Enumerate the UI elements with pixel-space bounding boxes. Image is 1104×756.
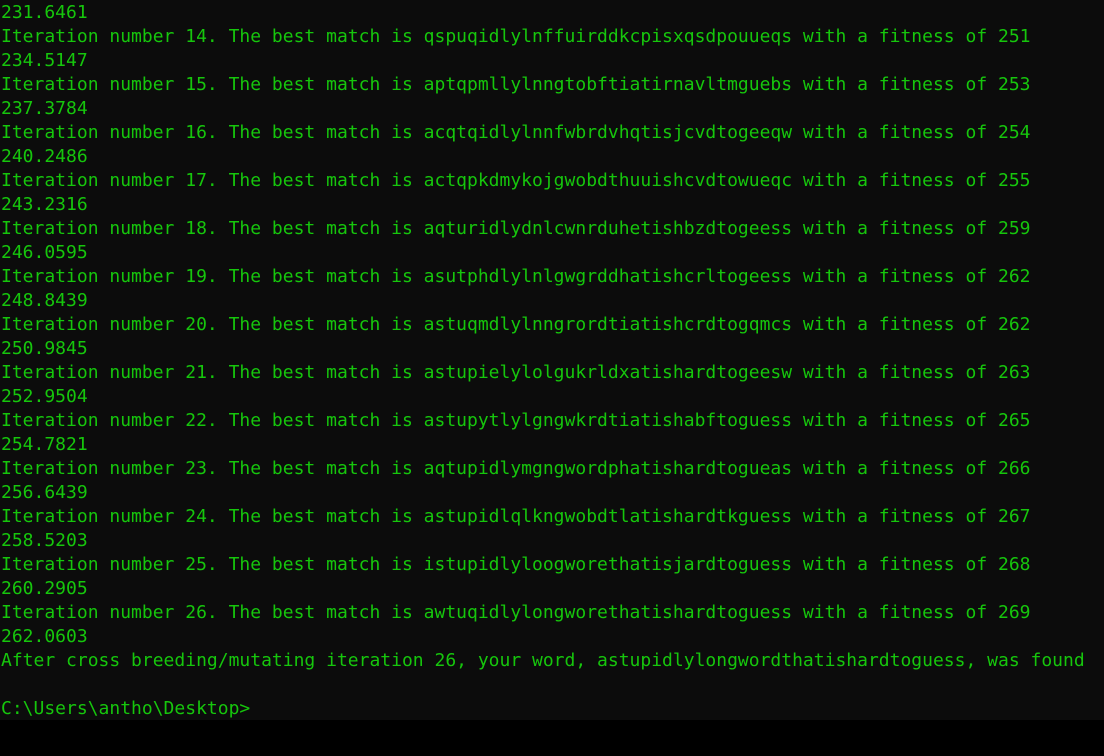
output-line: Iteration number 15. The best match is a… — [1, 74, 1031, 95]
output-line: Iteration number 24. The best match is a… — [1, 506, 1031, 527]
command-prompt-line[interactable]: C:\Users\antho\Desktop> — [1, 697, 260, 720]
output-line: Iteration number 16. The best match is a… — [1, 122, 1031, 143]
output-line: Iteration number 18. The best match is a… — [1, 218, 1031, 239]
output-line: 248.8439 — [1, 290, 88, 311]
output-line: 258.5203 — [1, 530, 88, 551]
output-line: Iteration number 26. The best match is a… — [1, 602, 1031, 623]
output-line: 234.5147 — [1, 50, 88, 71]
output-line: Iteration number 22. The best match is a… — [1, 410, 1031, 431]
output-line: 246.0595 — [1, 242, 88, 263]
output-line: After cross breeding/mutating iteration … — [1, 650, 1085, 671]
output-line: 231.6461 — [1, 2, 88, 23]
text-cursor — [250, 717, 260, 720]
output-line: Iteration number 20. The best match is a… — [1, 314, 1031, 335]
command-prompt: C:\Users\antho\Desktop> — [1, 698, 251, 719]
output-line: 256.6439 — [1, 482, 88, 503]
output-line: Iteration number 19. The best match is a… — [1, 266, 1031, 287]
output-line: 250.9845 — [1, 338, 88, 359]
output-line: 262.0603 — [1, 626, 88, 647]
output-line: Iteration number 14. The best match is q… — [1, 26, 1031, 47]
output-line: 237.3784 — [1, 98, 88, 119]
output-line: Iteration number 25. The best match is i… — [1, 554, 1031, 575]
window-bottom-area — [0, 720, 1104, 756]
output-line: 252.9504 — [1, 386, 88, 407]
console-window[interactable]: 231.6461 Iteration number 14. The best m… — [0, 0, 1104, 720]
output-line: Iteration number 21. The best match is a… — [1, 362, 1031, 383]
output-line: 240.2486 — [1, 146, 88, 167]
output-line: 243.2316 — [1, 194, 88, 215]
output-line: 260.2905 — [1, 578, 88, 599]
output-line: Iteration number 23. The best match is a… — [1, 458, 1031, 479]
output-line: Iteration number 17. The best match is a… — [1, 170, 1031, 191]
output-line: 254.7821 — [1, 434, 88, 455]
